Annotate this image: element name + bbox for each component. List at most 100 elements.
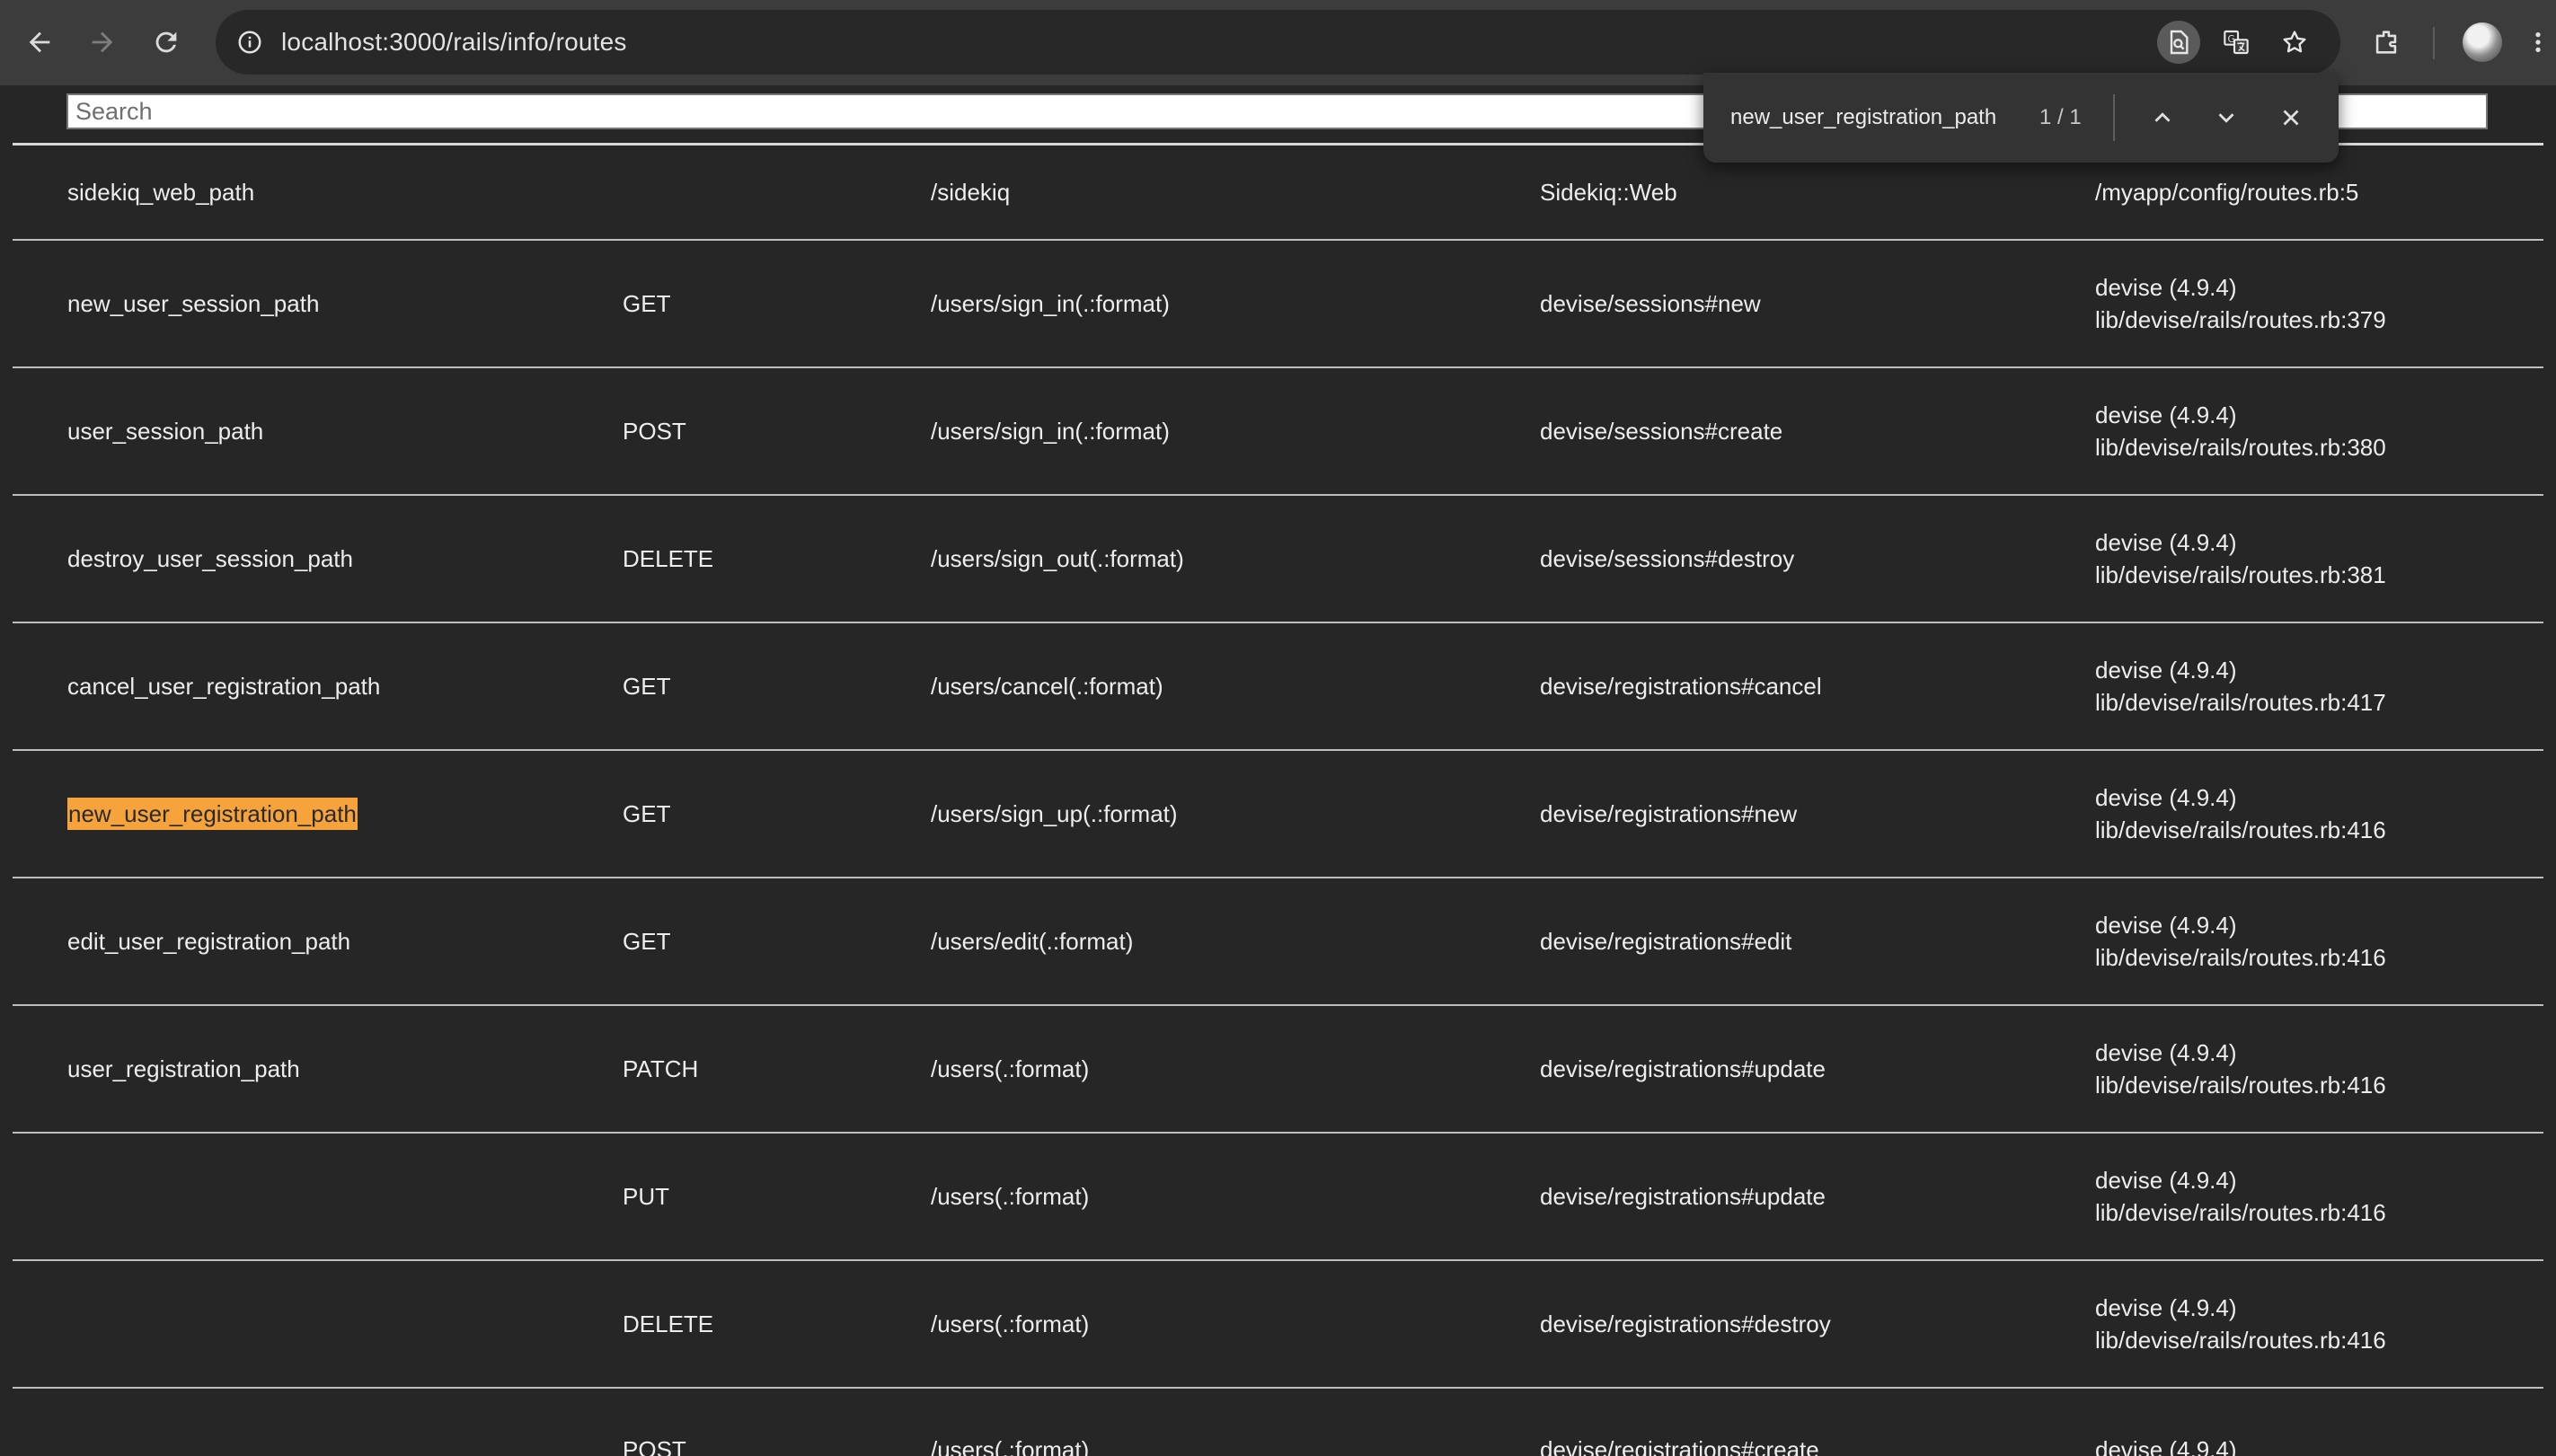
route-row: new_user_session_path GET/users/sign_in(.… bbox=[13, 241, 2543, 368]
source-line: devise (4.9.4) bbox=[2095, 274, 2237, 301]
find-next-button[interactable] bbox=[2205, 96, 2248, 139]
route-row: DELETE/users(.:format) devise/registratio… bbox=[13, 1261, 2543, 1389]
source-line: /myapp/config/routes.rb:5 bbox=[2095, 179, 2359, 206]
route-verb: PATCH bbox=[623, 1055, 699, 1082]
route-verb: DELETE bbox=[623, 545, 714, 572]
source-line: lib/devise/rails/routes.rb:381 bbox=[2095, 561, 2386, 588]
menu-button[interactable] bbox=[2525, 18, 2552, 66]
source-line: lib/devise/rails/routes.rb:416 bbox=[2095, 1199, 2386, 1226]
route-path: /users/edit(.:format) bbox=[931, 928, 1134, 955]
route-path: /sidekiq bbox=[931, 179, 1011, 206]
route-name-text: sidekiq_web_path bbox=[67, 179, 255, 206]
source-line: lib/devise/rails/routes.rb:416 bbox=[2095, 1072, 2386, 1099]
route-name-text: destroy_user_session_path bbox=[67, 545, 353, 572]
route-path: /users(.:format) bbox=[931, 1436, 1090, 1456]
route-source-location: devise (4.9.4) lib/devise/rails/routes.rb… bbox=[2095, 368, 2386, 494]
address-bar[interactable]: localhost:3000/rails/info/routes G bbox=[216, 10, 2340, 75]
source-line: devise (4.9.4) bbox=[2095, 1039, 2237, 1066]
route-path: /users/sign_out(.:format) bbox=[931, 545, 1184, 572]
toolbar-divider bbox=[2433, 27, 2435, 59]
route-verb: POST bbox=[623, 1436, 686, 1456]
find-close-button[interactable] bbox=[2269, 96, 2313, 139]
source-line: lib/devise/rails/routes.rb:416 bbox=[2095, 816, 2386, 843]
route-name: destroy_user_session_path bbox=[67, 496, 353, 622]
url-text[interactable]: localhost:3000/rails/info/routes bbox=[281, 10, 627, 75]
find-match-count: 1 / 1 bbox=[2039, 105, 2082, 129]
route-name: new_user_session_path bbox=[67, 241, 319, 366]
source-line: lib/devise/rails/routes.rb:417 bbox=[2095, 689, 2386, 716]
bookmark-star-button[interactable] bbox=[2273, 21, 2316, 64]
find-in-page-icon bbox=[2170, 30, 2189, 55]
find-query-input[interactable]: new_user_registration_path bbox=[1730, 73, 1996, 163]
route-name: sidekiq_web_path bbox=[67, 146, 254, 239]
route-controller-action: devise/sessions#create bbox=[1540, 418, 1783, 445]
route-source-location: devise (4.9.4) lib/devise/rails/routes.rb… bbox=[2095, 623, 2386, 749]
route-verb: PUT bbox=[623, 1183, 669, 1210]
source-line: devise (4.9.4) bbox=[2095, 1294, 2237, 1321]
reload-button[interactable] bbox=[142, 18, 190, 66]
find-highlight: new_user_registration_path bbox=[67, 798, 358, 830]
source-line: devise (4.9.4) bbox=[2095, 657, 2237, 684]
route-row: new_user_registration_path GET/users/sign… bbox=[13, 751, 2543, 878]
route-source-location: devise (4.9.4) lib/devise/rails/routes.rb… bbox=[2095, 1006, 2386, 1132]
route-controller-action: devise/registrations#edit bbox=[1540, 928, 1792, 955]
close-icon bbox=[2283, 110, 2299, 126]
source-line: devise (4.9.4) bbox=[2095, 1436, 2237, 1456]
route-path: /users(.:format) bbox=[931, 1310, 1090, 1337]
site-info-button[interactable] bbox=[228, 21, 271, 64]
route-path: /users(.:format) bbox=[931, 1055, 1090, 1082]
star-icon bbox=[2283, 31, 2306, 53]
find-bar-divider bbox=[2113, 94, 2115, 141]
route-path: /users/sign_up(.:format) bbox=[931, 800, 1178, 827]
route-name-text: user_session_path bbox=[67, 418, 264, 445]
arrow-left-icon bbox=[29, 31, 50, 53]
route-name-text: new_user_session_path bbox=[67, 290, 320, 317]
route-verb: DELETE bbox=[623, 1310, 714, 1337]
profile-avatar[interactable] bbox=[2463, 22, 2502, 62]
route-row: user_registration_path PATCH/users(.:form… bbox=[13, 1006, 2543, 1134]
translate-icon: G bbox=[2224, 30, 2249, 55]
route-name: cancel_user_registration_path bbox=[67, 623, 380, 749]
forward-button[interactable] bbox=[78, 18, 127, 66]
puzzle-icon bbox=[2375, 31, 2397, 54]
route-row: edit_user_registration_path GET/users/edi… bbox=[13, 878, 2543, 1006]
route-source-location: devise (4.9.4) lib/devise/rails/routes.rb… bbox=[2095, 496, 2386, 622]
more-vertical-icon bbox=[2535, 31, 2541, 53]
route-name: user_session_path bbox=[67, 368, 263, 494]
source-line: devise (4.9.4) bbox=[2095, 529, 2237, 556]
route-name: user_registration_path bbox=[67, 1006, 300, 1132]
route-row: cancel_user_registration_path GET/users/c… bbox=[13, 623, 2543, 751]
route-source-location: devise (4.9.4) lib/devise/rails/routes.rb… bbox=[2095, 241, 2386, 366]
route-name: edit_user_registration_path bbox=[67, 878, 350, 1004]
route-verb: GET bbox=[623, 928, 671, 955]
route-controller-action: devise/registrations#destroy bbox=[1540, 1310, 1831, 1337]
route-name-text: edit_user_registration_path bbox=[67, 928, 351, 955]
route-verb: GET bbox=[623, 673, 671, 700]
route-controller-action: devise/registrations#update bbox=[1540, 1183, 1826, 1210]
route-path: /users/sign_in(.:format) bbox=[931, 418, 1170, 445]
back-button[interactable] bbox=[15, 18, 64, 66]
info-icon bbox=[238, 31, 261, 54]
find-previous-button[interactable] bbox=[2141, 96, 2184, 139]
route-controller-action: devise/registrations#update bbox=[1540, 1055, 1826, 1082]
source-line: lib/devise/rails/routes.rb:416 bbox=[2095, 944, 2386, 971]
reload-icon bbox=[155, 31, 177, 53]
route-source-location: devise (4.9.4) lib/devise/rails/routes.rb… bbox=[2095, 1134, 2386, 1259]
routes-table: sidekiq_web_path/sidekiq Sidekiq::Web/mya… bbox=[13, 143, 2543, 1456]
route-controller-action: devise/registrations#cancel bbox=[1540, 673, 1822, 700]
source-line: devise (4.9.4) bbox=[2095, 912, 2237, 939]
route-controller-action: devise/registrations#new bbox=[1540, 800, 1798, 827]
route-source-location: devise (4.9.4) lib/devise/rails/routes.rb… bbox=[2095, 751, 2386, 877]
route-path: /users(.:format) bbox=[931, 1183, 1090, 1210]
translate-button[interactable]: G bbox=[2215, 21, 2258, 64]
extensions-button[interactable] bbox=[2362, 18, 2410, 66]
source-line: devise (4.9.4) bbox=[2095, 784, 2237, 811]
find-in-page-button[interactable] bbox=[2157, 21, 2200, 64]
route-row: POST/users(.:format) devise/registrations… bbox=[13, 1389, 2543, 1456]
routes-page: sidekiq_web_path/sidekiq Sidekiq::Web/mya… bbox=[0, 85, 2556, 1456]
route-path: /users/cancel(.:format) bbox=[931, 673, 1163, 700]
route-name-text: cancel_user_registration_path bbox=[67, 673, 381, 700]
route-source-location: devise (4.9.4) lib/devise/rails/routes.rb… bbox=[2095, 878, 2386, 1004]
find-bar: new_user_registration_path 1 / 1 bbox=[1703, 73, 2339, 163]
route-name-text: user_registration_path bbox=[67, 1055, 300, 1082]
